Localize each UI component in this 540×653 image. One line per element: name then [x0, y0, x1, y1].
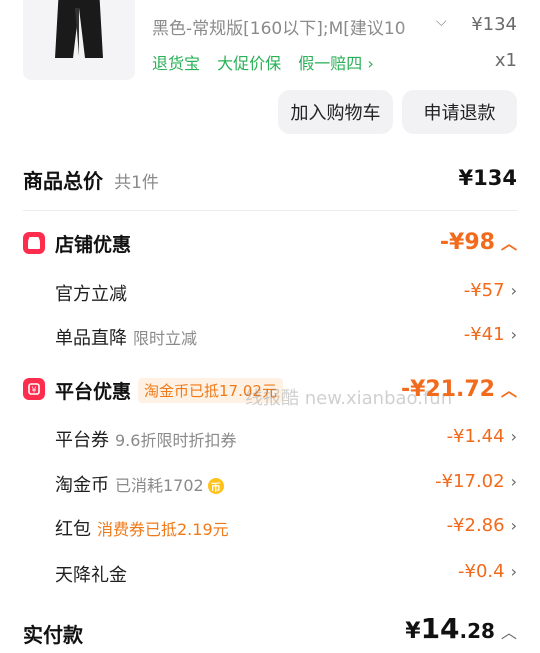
store-icon — [23, 232, 45, 254]
svg-text:¥: ¥ — [31, 386, 36, 395]
tag-return-insurance: 退货宝 — [152, 54, 201, 73]
product-variant[interactable]: 黑色-常规版[160以下];M[建议10 — [152, 14, 442, 39]
platform-item-value-1[interactable]: -¥17.02 › — [435, 471, 517, 492]
goods-total-value: ¥134 — [458, 166, 517, 190]
goods-total-label: 商品总价 — [23, 169, 103, 193]
tag-price-protection: 大促价保 — [217, 54, 282, 73]
platform-discount-label: 平台优惠 — [55, 381, 132, 403]
platform-item-sub-0: 9.6折限时折扣券 — [115, 431, 237, 450]
coin-icon: 币 — [207, 478, 224, 494]
store-item-label-1: 单品直降 — [55, 328, 127, 349]
product-thumbnail[interactable] — [23, 0, 135, 80]
store-item-row-1: 单品直降 限时立减 — [55, 324, 197, 350]
platform-item-sub-1: 已消耗1702 — [115, 476, 204, 495]
chevron-down-icon[interactable]: ⌵ — [436, 14, 447, 30]
payment-label: 实付款 — [23, 623, 83, 647]
platform-item-row-2: 红包 消费券已抵2.19元 — [55, 515, 229, 541]
product-price: ¥134 — [471, 14, 517, 35]
goods-total-row: 商品总价 共1件 — [23, 165, 159, 194]
store-item-sub-1: 限时立减 — [133, 329, 198, 348]
payment-integer: 14 — [420, 612, 460, 645]
platform-item-label-2: 红包 — [55, 519, 91, 540]
payment-total[interactable]: ¥14.28 ︿ — [405, 612, 517, 645]
pants-image — [55, 0, 103, 58]
chevron-right-icon: › — [367, 54, 374, 73]
payment-decimal: .28 — [459, 619, 495, 643]
platform-item-value-2[interactable]: -¥2.86 › — [447, 515, 517, 536]
product-quantity: x1 — [494, 50, 517, 71]
store-discount-total[interactable]: -¥98 ︿ — [440, 230, 517, 255]
platform-item-label-1: 淘金币 — [55, 475, 109, 496]
platform-item-row-0: 平台券 9.6折限时折扣券 — [55, 426, 236, 452]
payment-currency: ¥ — [405, 619, 421, 644]
chevron-right-icon: › — [510, 516, 517, 535]
store-item-value-1[interactable]: -¥41 › — [464, 324, 517, 345]
add-to-cart-button[interactable]: 加入购物车 — [278, 90, 393, 134]
platform-item-label-0: 平台券 — [55, 430, 109, 451]
platform-item-row-1: 淘金币 已消耗1702 币 — [55, 471, 224, 497]
platform-item-value-0[interactable]: -¥1.44 › — [447, 426, 517, 447]
platform-discount-total[interactable]: -¥21.72 ︿ — [401, 377, 517, 402]
service-tags[interactable]: 退货宝 大促价保 假一赔四 › — [152, 50, 386, 74]
apply-refund-button[interactable]: 申请退款 — [402, 90, 517, 134]
chevron-up-icon: ︿ — [500, 623, 517, 642]
store-discount-label: 店铺优惠 — [55, 234, 132, 256]
platform-item-label-3: 天降礼金 — [55, 565, 127, 586]
chevron-up-icon: ︿ — [500, 381, 517, 400]
platform-item-sub-2: 消费券已抵2.19元 — [97, 520, 229, 539]
divider — [23, 210, 517, 211]
platform-icon: ¥ — [23, 378, 45, 400]
chevron-right-icon: › — [510, 325, 517, 344]
tag-authenticity: 假一赔四 › — [298, 54, 374, 73]
chevron-right-icon: › — [510, 562, 517, 581]
chevron-right-icon: › — [510, 427, 517, 446]
store-item-value-0[interactable]: -¥57 › — [464, 280, 517, 301]
goods-count: 共1件 — [114, 173, 159, 193]
chevron-right-icon: › — [510, 472, 517, 491]
chevron-up-icon: ︿ — [500, 234, 517, 253]
platform-item-value-3[interactable]: -¥0.4 › — [458, 561, 517, 582]
chevron-right-icon: › — [510, 281, 517, 300]
store-item-label-0: 官方立减 — [55, 284, 127, 305]
